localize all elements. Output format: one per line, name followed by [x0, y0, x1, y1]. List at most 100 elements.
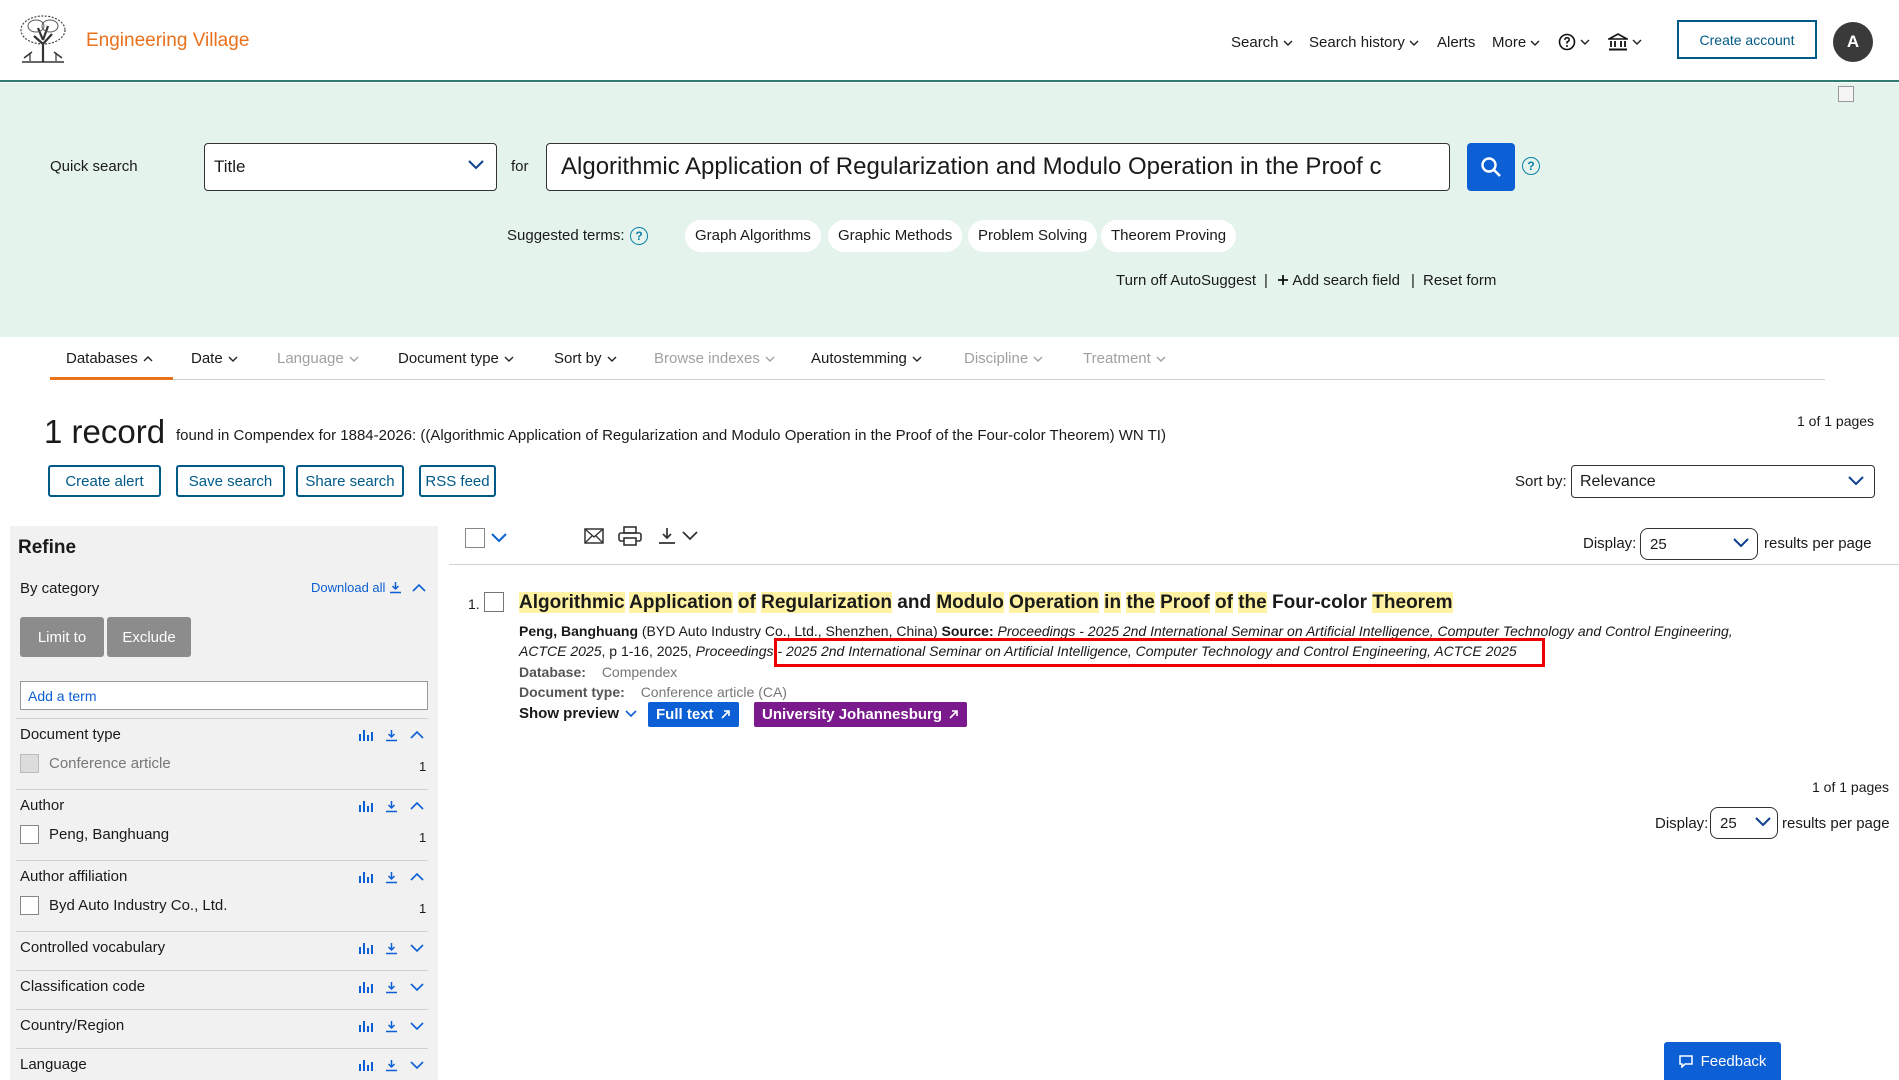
result-title[interactable]: Algorithmic Application of Regularizatio… — [519, 592, 1453, 614]
chevron-down-icon — [504, 356, 514, 362]
bar-chart-icon[interactable] — [358, 728, 373, 742]
nav-help[interactable] — [1558, 33, 1590, 51]
tab-discipline[interactable]: Discipline — [964, 350, 1043, 367]
chevron-down-icon[interactable] — [410, 1021, 424, 1031]
exclude-button[interactable]: Exclude — [107, 617, 191, 657]
facet-country-label[interactable]: Country/Region — [20, 1017, 124, 1034]
suggested-term-chip[interactable]: Problem Solving — [968, 220, 1098, 252]
download-menu[interactable] — [658, 527, 698, 545]
facet-controlled-vocabulary-label[interactable]: Controlled vocabulary — [20, 939, 165, 956]
title-word-highlighted: of — [737, 592, 756, 613]
tab-browse-indexes[interactable]: Browse indexes — [654, 350, 775, 367]
search-field-select[interactable]: Title — [204, 143, 497, 191]
tab-sort-by[interactable]: Sort by — [554, 350, 617, 367]
tab-sort-by-label: Sort by — [554, 350, 602, 367]
facet-author-label[interactable]: Author — [20, 797, 64, 814]
facet-option[interactable]: Conference article — [20, 754, 171, 773]
facet-classification-code-label[interactable]: Classification code — [20, 978, 145, 995]
avatar[interactable]: A — [1833, 22, 1873, 62]
nav-institution[interactable] — [1608, 33, 1642, 51]
reset-form-link[interactable]: Reset form — [1423, 272, 1496, 289]
display-select[interactable]: 25 — [1640, 528, 1758, 560]
checkbox[interactable] — [20, 825, 39, 844]
tab-document-type[interactable]: Document type — [398, 350, 514, 367]
rss-feed-button[interactable]: RSS feed — [419, 465, 496, 497]
facet-document-type-label[interactable]: Document type — [20, 726, 121, 743]
help-icon — [1558, 33, 1576, 51]
bar-chart-icon[interactable] — [358, 980, 373, 994]
chevron-down-icon[interactable] — [491, 533, 507, 543]
chevron-down-icon[interactable] — [410, 1060, 424, 1070]
feedback-button[interactable]: Feedback — [1664, 1042, 1781, 1080]
bar-chart-icon[interactable] — [358, 1019, 373, 1033]
chevron-up-icon[interactable] — [412, 583, 427, 593]
facet-language-label[interactable]: Language — [20, 1056, 87, 1073]
chevron-down-icon[interactable] — [410, 982, 424, 992]
tab-autostemming[interactable]: Autostemming — [811, 350, 922, 367]
tab-treatment[interactable]: Treatment — [1083, 350, 1166, 367]
external-link-icon — [720, 710, 730, 719]
sort-by-select[interactable]: Relevance — [1571, 465, 1875, 498]
university-link-button[interactable]: University Johannesburg — [754, 702, 968, 727]
checkbox[interactable] — [20, 896, 39, 915]
download-icon[interactable] — [385, 1020, 398, 1033]
broken-image-icon — [1838, 86, 1854, 102]
show-preview-toggle[interactable]: Show preview — [519, 705, 637, 722]
facet-option[interactable]: Byd Auto Industry Co., Ltd. — [20, 896, 227, 915]
bar-chart-icon[interactable] — [358, 799, 373, 813]
select-all-control[interactable] — [465, 528, 507, 548]
download-all-link[interactable]: Download all — [311, 580, 427, 595]
limit-to-button[interactable]: Limit to — [20, 617, 104, 657]
bar-chart-icon[interactable] — [358, 1058, 373, 1072]
search-help-icon[interactable]: ? — [1522, 157, 1540, 175]
facet-option[interactable]: Peng, Banghuang — [20, 825, 169, 844]
print-icon[interactable] — [618, 526, 642, 546]
chevron-up-icon[interactable] — [410, 872, 424, 882]
facet-tools — [358, 1058, 424, 1072]
suggested-term-chip[interactable]: Graph Algorithms — [685, 220, 821, 252]
chevron-up-icon[interactable] — [410, 801, 424, 811]
share-search-button[interactable]: Share search — [296, 465, 404, 497]
add-search-field-link[interactable]: Add search field — [1277, 272, 1400, 289]
download-icon[interactable] — [385, 729, 398, 742]
nav-search[interactable]: Search — [1231, 34, 1293, 51]
download-icon[interactable] — [385, 942, 398, 955]
email-icon[interactable] — [584, 528, 604, 544]
tab-databases[interactable]: Databases — [66, 350, 153, 367]
bar-chart-icon[interactable] — [358, 941, 373, 955]
suggested-help-icon[interactable]: ? — [630, 227, 648, 245]
suggested-term-chip[interactable]: Theorem Proving — [1101, 220, 1237, 252]
elsevier-tree-logo[interactable] — [16, 14, 70, 64]
chevron-down-icon — [1033, 356, 1043, 362]
bar-chart-icon[interactable] — [358, 870, 373, 884]
download-icon[interactable] — [385, 1059, 398, 1072]
chevron-up-icon[interactable] — [410, 730, 424, 740]
download-icon[interactable] — [385, 981, 398, 994]
full-text-button[interactable]: Full text — [648, 702, 739, 727]
facet-count: 1 — [419, 901, 427, 916]
nav-alerts[interactable]: Alerts — [1437, 34, 1475, 51]
download-icon[interactable] — [385, 871, 398, 884]
tab-date[interactable]: Date — [191, 350, 238, 367]
save-search-button[interactable]: Save search — [176, 465, 285, 497]
checkbox[interactable] — [20, 754, 39, 773]
display-select-bottom[interactable]: 25 — [1710, 807, 1778, 839]
tab-language[interactable]: Language — [277, 350, 359, 367]
create-alert-button[interactable]: Create alert — [48, 465, 161, 497]
facet-affiliation-label[interactable]: Author affiliation — [20, 868, 127, 885]
nav-search-history[interactable]: Search history — [1309, 34, 1419, 51]
download-icon[interactable] — [385, 800, 398, 813]
result-checkbox[interactable] — [484, 592, 504, 612]
turn-off-autosuggest-link[interactable]: Turn off AutoSuggest — [1116, 272, 1256, 289]
nav-more[interactable]: More — [1492, 34, 1540, 51]
chevron-down-icon[interactable] — [410, 943, 424, 953]
suggested-term-chip[interactable]: Graphic Methods — [828, 220, 963, 252]
source-title: Proceedings - 2025 2nd International Sem… — [997, 623, 1733, 639]
add-term-input[interactable]: Add a term — [20, 681, 428, 710]
create-account-button[interactable]: Create account — [1677, 20, 1817, 59]
search-button[interactable] — [1467, 143, 1515, 191]
select-all-checkbox[interactable] — [465, 528, 485, 548]
result-author[interactable]: Peng, Banghuang — [519, 623, 638, 639]
search-input[interactable]: Algorithmic Application of Regularizatio… — [546, 143, 1450, 191]
brand-name[interactable]: Engineering Village — [86, 30, 249, 52]
